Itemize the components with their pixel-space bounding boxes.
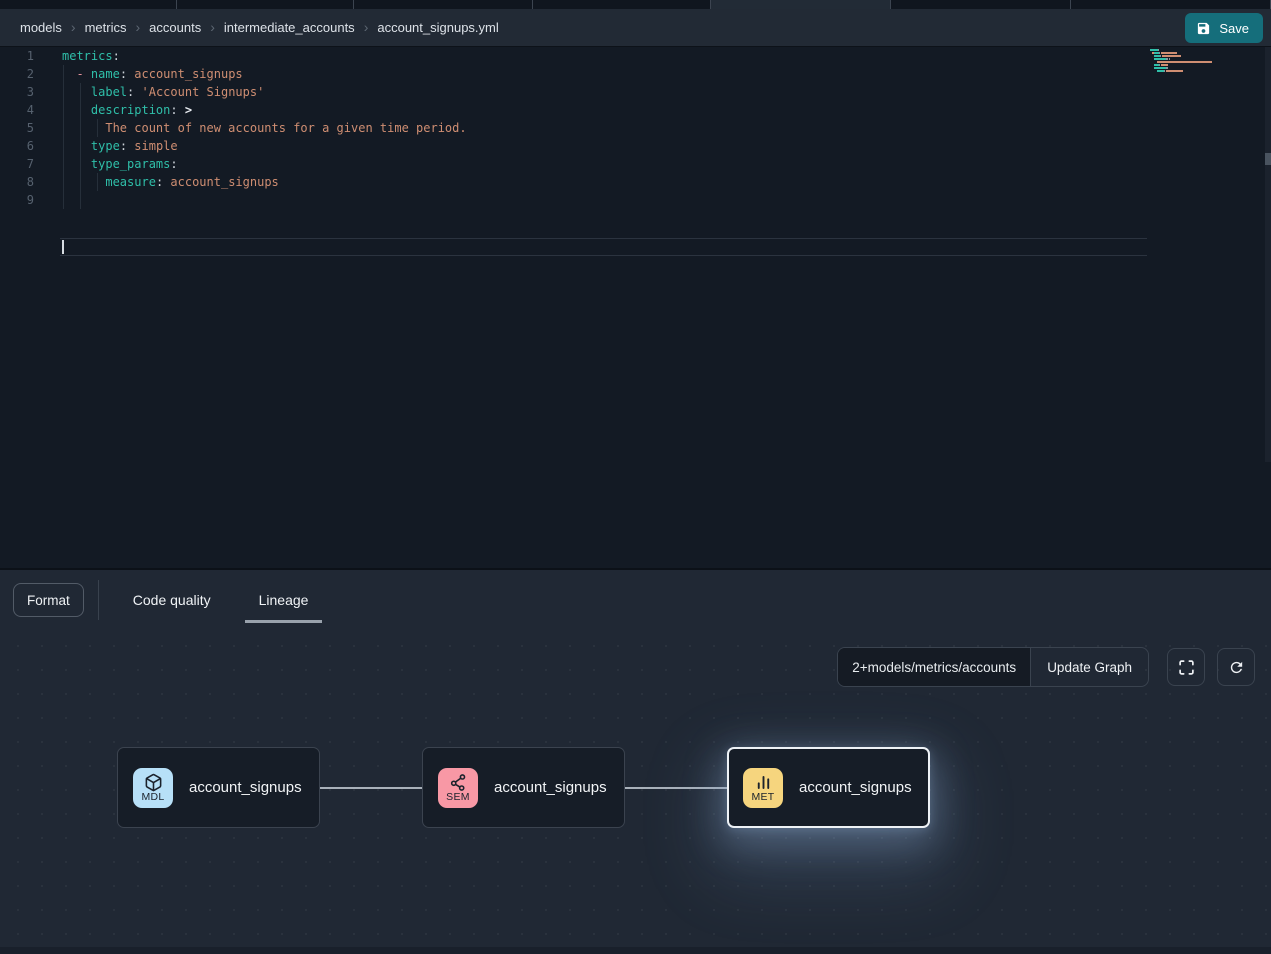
node-type-label: MDL xyxy=(141,792,164,803)
browser-tab[interactable] xyxy=(891,0,1071,9)
model-cube-icon xyxy=(144,773,163,792)
browser-tab[interactable] xyxy=(0,0,177,9)
top-tab-strip xyxy=(0,0,1271,9)
tab-lineage[interactable]: Lineage xyxy=(245,576,323,624)
line-number: 6 xyxy=(0,137,44,155)
code-line[interactable]: 6 type: simple xyxy=(0,137,1271,155)
breadcrumb-item[interactable]: models xyxy=(20,20,62,35)
code-lines: 1metrics:2 - name: account_signups3 labe… xyxy=(0,47,1271,209)
save-button[interactable]: Save xyxy=(1185,13,1263,43)
line-number: 2 xyxy=(0,65,44,83)
browser-tab[interactable] xyxy=(533,0,711,9)
lineage-node-mdl[interactable]: MDL account_signups xyxy=(117,747,320,828)
format-button[interactable]: Format xyxy=(13,583,84,617)
lineage-node-sem[interactable]: SEM account_signups xyxy=(422,747,625,828)
active-tab-underline xyxy=(245,620,323,623)
ide-window: models › metrics › accounts › intermediate_acc… xyxy=(0,0,1271,954)
breadcrumb-separator-icon: › xyxy=(364,19,369,35)
panel-tabs: Code quality Lineage xyxy=(99,576,323,624)
indent-guide xyxy=(97,173,98,191)
code-text xyxy=(44,191,62,209)
code-text: The count of new accounts for a given ti… xyxy=(44,119,467,137)
breadcrumb-item[interactable]: account_signups.yml xyxy=(377,20,498,35)
browser-tab[interactable] xyxy=(711,0,891,9)
editor-scrollbar[interactable] xyxy=(1265,47,1271,462)
breadcrumb-item[interactable]: accounts xyxy=(149,20,201,35)
panel-tabs-row: Format Code quality Lineage xyxy=(0,576,1271,624)
text-cursor xyxy=(62,240,64,254)
update-graph-button[interactable]: Update Graph xyxy=(1030,648,1148,686)
node-label: account_signups xyxy=(189,779,302,796)
line-number: 4 xyxy=(0,101,44,119)
lineage-edge xyxy=(625,787,727,789)
breadcrumb-separator-icon: › xyxy=(135,19,140,35)
line-number: 5 xyxy=(0,119,44,137)
code-text: - name: account_signups xyxy=(44,65,243,83)
indent-guide xyxy=(80,83,81,209)
code-line[interactable]: 1metrics: xyxy=(0,47,1271,65)
node-type-label: MET xyxy=(751,792,774,803)
save-button-label: Save xyxy=(1219,21,1249,36)
code-text: description: > xyxy=(44,101,192,119)
node-label: account_signups xyxy=(799,779,912,796)
code-text: metrics: xyxy=(44,47,120,65)
lineage-edge xyxy=(320,787,422,789)
line-number: 8 xyxy=(0,173,44,191)
code-line[interactable]: 5 The count of new accounts for a given … xyxy=(0,119,1271,137)
refresh-graph-button[interactable] xyxy=(1217,648,1255,686)
fullscreen-button[interactable] xyxy=(1167,648,1205,686)
indent-guide xyxy=(97,119,98,137)
code-text: type_params: xyxy=(44,155,178,173)
tab-label: Code quality xyxy=(133,592,211,608)
indent-guide xyxy=(63,65,64,209)
editor-scrollbar-thumb[interactable] xyxy=(1265,153,1271,165)
code-text: type: simple xyxy=(44,137,178,155)
breadcrumb-bar: models › metrics › accounts › intermediate_acc… xyxy=(0,9,1271,47)
lineage-controls: Update Graph xyxy=(837,647,1255,687)
code-line[interactable]: 9 xyxy=(0,191,1271,209)
line-number: 3 xyxy=(0,83,44,101)
lineage-graph-canvas[interactable]: Update Graph xyxy=(0,624,1271,954)
breadcrumb-item[interactable]: intermediate_accounts xyxy=(224,20,355,35)
line-number: 9 xyxy=(0,191,44,209)
breadcrumb-item[interactable]: metrics xyxy=(85,20,127,35)
code-line[interactable]: 2 - name: account_signups xyxy=(0,65,1271,83)
node-type-label: SEM xyxy=(446,792,470,803)
minimap[interactable] xyxy=(1150,49,1216,76)
refresh-icon xyxy=(1228,659,1245,676)
active-line-highlight xyxy=(60,238,1147,256)
bottom-panel: Format Code quality Lineage Update Graph xyxy=(0,568,1271,954)
lineage-filter-input[interactable] xyxy=(838,648,1030,686)
code-editor[interactable]: 1metrics:2 - name: account_signups3 labe… xyxy=(0,47,1271,568)
metric-chart-icon xyxy=(754,773,773,792)
breadcrumb-separator-icon: › xyxy=(71,19,76,35)
code-line[interactable]: 7 type_params: xyxy=(0,155,1271,173)
lineage-node-met[interactable]: MET account_signups xyxy=(727,747,930,828)
line-number: 7 xyxy=(0,155,44,173)
code-line[interactable]: 4 description: > xyxy=(0,101,1271,119)
breadcrumb: models › metrics › accounts › intermediate_acc… xyxy=(20,20,499,35)
active-tab-underline xyxy=(119,620,225,623)
graph-bottom-strip xyxy=(0,947,1271,954)
semantic-network-icon xyxy=(449,773,468,792)
node-label: account_signups xyxy=(494,779,607,796)
code-line[interactable]: 8 measure: account_signups xyxy=(0,173,1271,191)
line-number: 1 xyxy=(0,47,44,65)
browser-tab[interactable] xyxy=(1071,0,1271,9)
node-type-badge: MDL xyxy=(133,768,173,808)
code-text: label: 'Account Signups' xyxy=(44,83,264,101)
tab-label: Lineage xyxy=(259,592,309,608)
lineage-filter-group: Update Graph xyxy=(837,647,1149,687)
tab-code-quality[interactable]: Code quality xyxy=(119,576,225,624)
breadcrumb-separator-icon: › xyxy=(210,19,215,35)
browser-tab[interactable] xyxy=(177,0,354,9)
save-icon xyxy=(1196,21,1211,36)
fullscreen-icon xyxy=(1178,659,1195,676)
browser-tab[interactable] xyxy=(354,0,533,9)
node-type-badge: SEM xyxy=(438,768,478,808)
node-type-badge: MET xyxy=(743,768,783,808)
code-line[interactable]: 3 label: 'Account Signups' xyxy=(0,83,1271,101)
